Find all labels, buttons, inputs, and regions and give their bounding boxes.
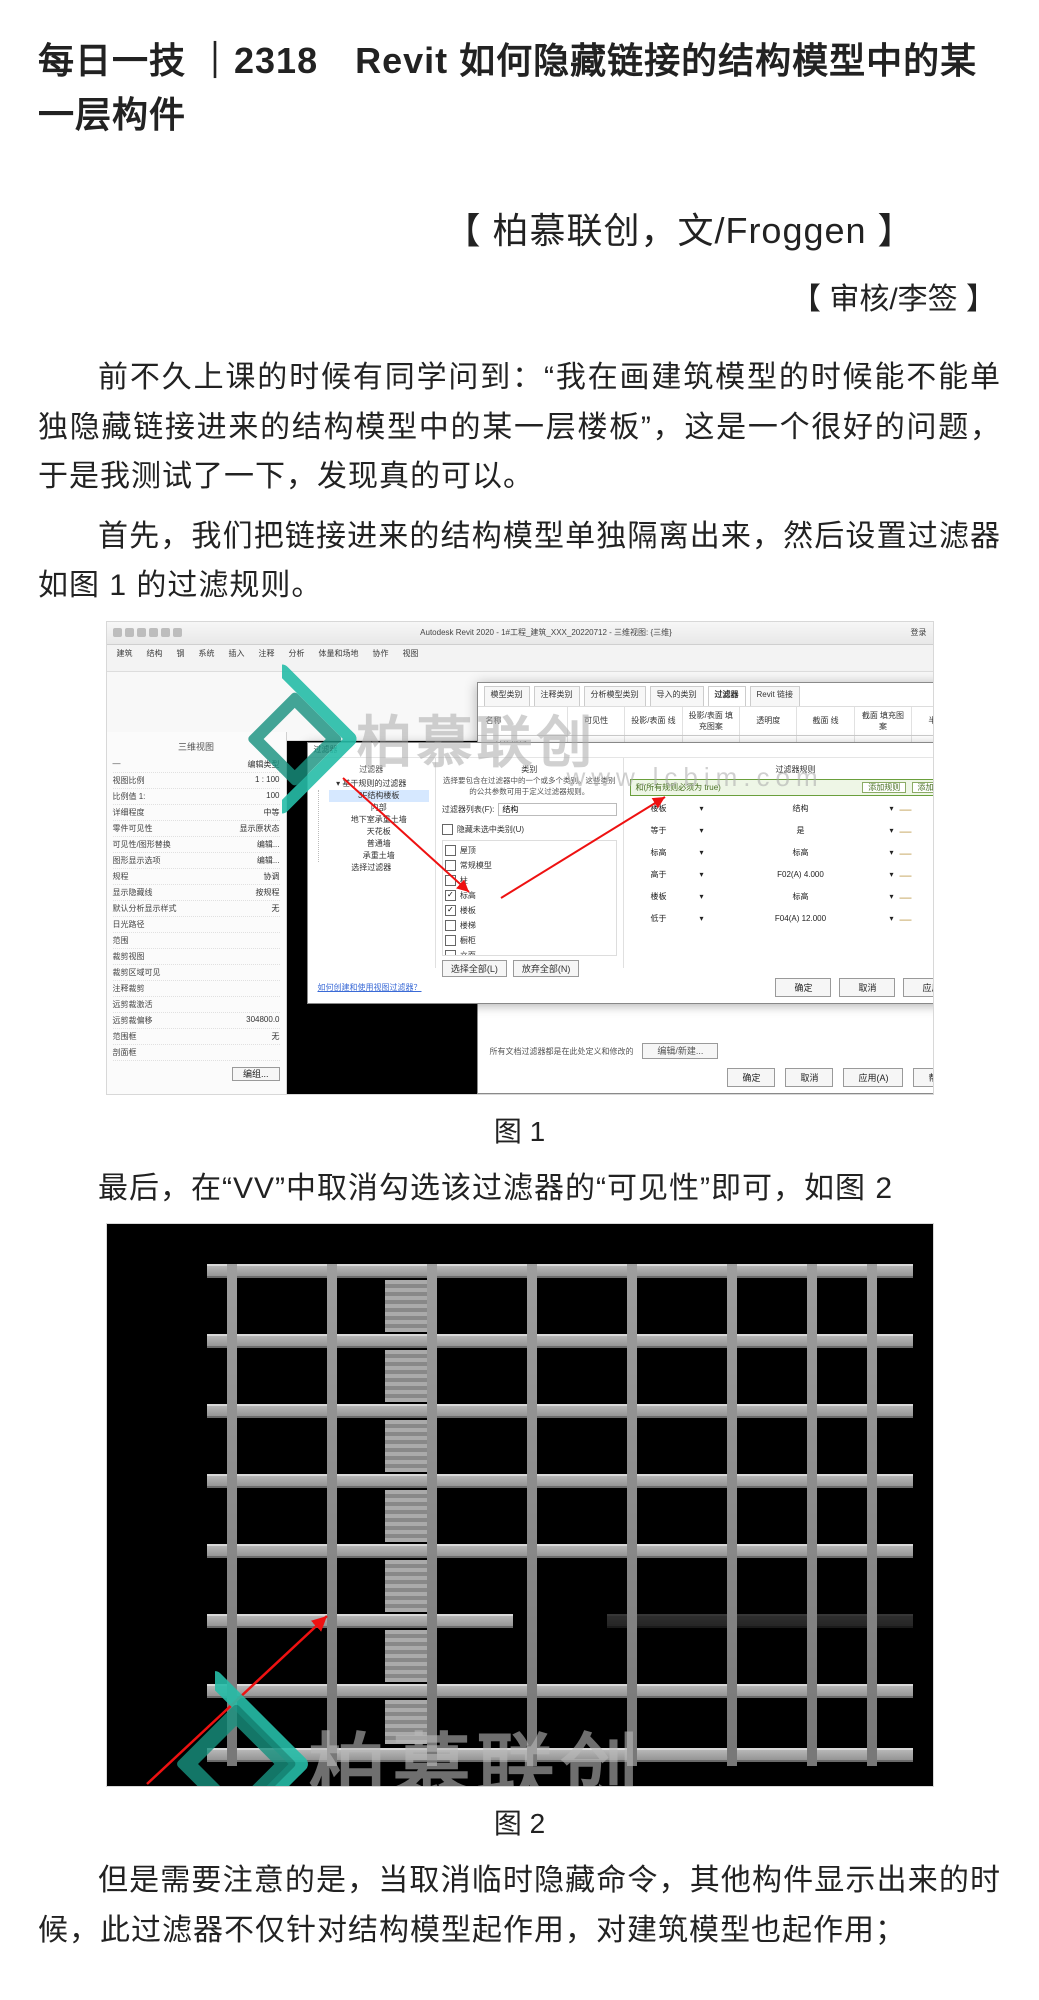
vg-tab[interactable]: 导入的类别 (650, 686, 704, 706)
ribbon-tab[interactable]: 插入 (229, 648, 245, 668)
filter-ok-button[interactable]: 确定 (775, 978, 831, 997)
vg-tab-active[interactable]: 过滤器 (708, 686, 746, 706)
filter-title: 过滤器 (308, 743, 344, 757)
revit-title: Autodesk Revit 2020 - 1#工程_建筑_XXX_202207… (420, 627, 672, 638)
ribbon-tab[interactable]: 协作 (373, 648, 389, 668)
vg-help-button[interactable]: 帮助 (913, 1068, 932, 1087)
category-desc: 选择要包含在过滤器中的一个或多个类别。这些类别的公共参数可用于定义过滤器规则。 (442, 775, 617, 797)
byline: 【 柏慕联创，文/Froggen 】 (38, 202, 1001, 254)
figure-2: 柏慕联创 (38, 1223, 1001, 1792)
help-link[interactable]: 如何创建和使用视图过滤器？ (318, 982, 422, 993)
ribbon-tab[interactable]: 分析 (289, 648, 305, 668)
rule-row[interactable]: 楼板▾结构▾— (630, 800, 933, 818)
ribbon-tab[interactable]: 视图 (403, 648, 419, 668)
filter-dialog: 过滤器 ✕ 过滤器 ▾ 基于规则的过滤器 3F结构楼板 内部 (307, 742, 933, 1004)
article-title: 每日一技 ｜2318 Revit 如何隐藏链接的结构模型中的某一层构件 (38, 34, 1001, 142)
vg-tab[interactable]: 注释类别 (534, 686, 580, 706)
paragraph-2: 首先，我们把链接进来的结构模型单独隔离出来，然后设置过滤器如图 1 的过滤规则。 (38, 512, 1001, 611)
revit-login[interactable]: 登录 (911, 627, 927, 638)
paragraph-3: 最后，在“VV”中取消勾选该过滤器的“可见性”即可，如图 2 (38, 1164, 1001, 1214)
vg-edit-new-button[interactable]: 编辑/新建... (642, 1043, 718, 1059)
vg-tab[interactable]: 模型类别 (484, 686, 530, 706)
rule-row[interactable]: 楼板▾标高▾— (630, 888, 933, 906)
rule-row[interactable]: 高于▾F02(A) 4.000▾— (630, 866, 933, 884)
add-rule-button[interactable]: 添加规则 (862, 782, 906, 793)
figure-1-caption: 图 1 (38, 1110, 1001, 1150)
filter-apply-button[interactable]: 应用 (903, 978, 932, 997)
figure-2-caption: 图 2 (38, 1802, 1001, 1842)
filter-tree[interactable]: ▾ 基于规则的过滤器 3F结构楼板 内部 地下室承重土墙 天花板 普通墙 承重土… (314, 778, 429, 874)
properties-panel: 三维视图 — 编辑类型 视图比例1 : 100 比例值 1:100 详细程度中等… (107, 732, 287, 1094)
deselect-all-button[interactable]: 放弃全部(N) (513, 960, 580, 977)
select-all-button[interactable]: 选择全部(L) (442, 960, 507, 977)
add-set-button[interactable]: 添加集合 (912, 782, 933, 793)
properties-section: 三维视图 (113, 740, 280, 753)
vg-note: 所有文档过滤器都是在此处定义和修改的 编辑/新建... (490, 1044, 719, 1057)
hide-unchecked-checkbox[interactable]: 隐藏未选中类别(U) (457, 824, 524, 835)
graphic-options-button[interactable]: 编辑... (257, 855, 280, 866)
vg-apply-button[interactable]: 应用(A) (843, 1068, 903, 1087)
filter-cancel-button[interactable]: 取消 (839, 978, 895, 997)
revit-titlebar: Autodesk Revit 2020 - 1#工程_建筑_XXX_202207… (107, 622, 933, 645)
rule-head: 过滤器规则 (630, 764, 933, 775)
paragraph-1: 前不久上课的时候有同学问到：“我在画建筑模型的时候能不能单独隐藏链接进来的结构模… (38, 353, 1001, 502)
ribbon-tab[interactable]: 钢 (177, 648, 185, 668)
rule-row[interactable]: 低于▾F04(A) 12.000▾— (630, 910, 933, 928)
figure-1: Autodesk Revit 2020 - 1#工程_建筑_XXX_202207… (38, 621, 1001, 1100)
vg-tab[interactable]: 分析模型类别 (584, 686, 646, 706)
vg-ok-button[interactable]: 确定 (727, 1068, 775, 1087)
reviewer: 【 审核/李签 】 (38, 274, 996, 318)
ribbon-tab[interactable]: 结构 (147, 648, 163, 668)
edit-group-button[interactable]: 编组... (232, 1067, 280, 1081)
rule-row[interactable]: 等于▾是▾— (630, 822, 933, 840)
ribbon: 建筑 结构 钢 系统 插入 注释 分析 体量和场地 协作 视图 (107, 645, 933, 672)
ribbon-tab[interactable]: 体量和场地 (319, 648, 359, 668)
rule-row[interactable]: 标高▾标高▾— (630, 844, 933, 862)
rule-group-header[interactable]: 和(所有规则必须为 true) 添加规则 添加集合 (630, 779, 933, 796)
category-search-input[interactable] (498, 803, 616, 816)
paragraph-4: 但是需要注意的是，当取消临时隐藏命令，其他构件显示出来的时候，此过滤器不仅针对结… (38, 1856, 1001, 1955)
vg-columns: 名称 可见性 投影/表面 线 投影/表面 填充图案 透明度 截面 线 截面 填充… (478, 707, 933, 736)
annotation-arrow (107, 1224, 933, 1786)
vg-cancel-button[interactable]: 取消 (785, 1068, 833, 1087)
edit-type-button[interactable]: 编辑类型 (248, 759, 280, 770)
vg-tab[interactable]: Revit 链接 (750, 686, 800, 706)
vg-override-button[interactable]: 编辑... (257, 839, 280, 850)
category-list-label: 过滤器列表(F): (442, 804, 494, 815)
ribbon-tab[interactable]: 注释 (259, 648, 275, 668)
ribbon-tab[interactable]: 系统 (199, 648, 215, 668)
category-head: 类别 (442, 764, 617, 775)
ribbon-tab[interactable]: 建筑 (117, 648, 133, 668)
filter-left-head: 过滤器 (314, 764, 429, 775)
